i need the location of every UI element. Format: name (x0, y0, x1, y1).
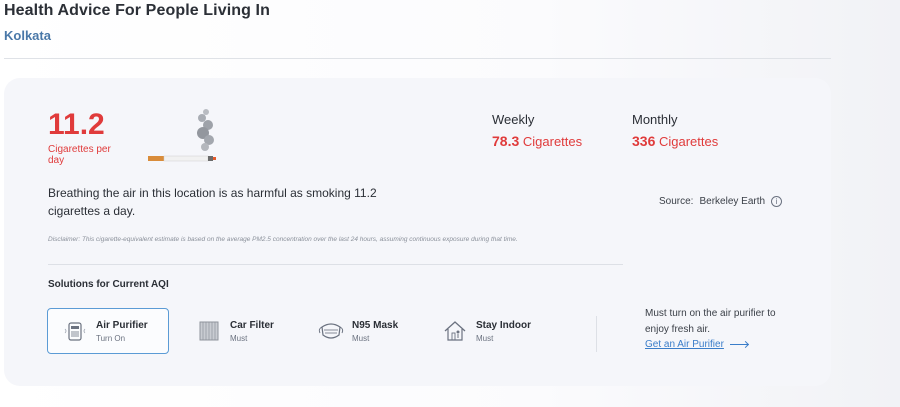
solution-status: Must (352, 333, 370, 343)
solution-name: Stay Indoor (476, 319, 532, 331)
solution-text: N95 Mask Must (352, 320, 398, 343)
monthly-stat: Monthly 336 Cigarettes (632, 112, 718, 149)
mask-icon (318, 318, 344, 344)
solution-text: Air Purifier Turn On (96, 320, 148, 343)
solution-status: Must (230, 333, 248, 343)
page-title: Health Advice For People Living In (4, 2, 270, 19)
harm-description: Breathing the air in this location is as… (48, 186, 377, 218)
solutions-title: Solutions for Current AQI (48, 279, 169, 290)
solution-air-purifier[interactable]: Air Purifier Turn On (47, 308, 169, 354)
solution-stay-indoor[interactable]: Stay Indoor Must (428, 308, 548, 354)
info-icon[interactable]: i (771, 196, 783, 207)
solutions-divider (596, 316, 597, 352)
source-label: Source: (659, 196, 694, 207)
weekly-label: Weekly (492, 112, 535, 127)
weekly-unit: Cigarettes (522, 134, 583, 149)
monthly-unit: Cigarettes (658, 134, 719, 149)
weekly-value-row: 78.3 Cigarettes (492, 133, 582, 149)
cigarette-smoke-icon (148, 109, 216, 162)
solution-name: N95 Mask (352, 319, 399, 331)
health-advice-card: 11.2 Cigarettes per day Weekly 78.3 Ciga… (4, 78, 831, 386)
link-label: Get an Air Purifier (645, 339, 724, 350)
source-name: Berkeley Earth (699, 196, 766, 207)
monthly-label: Monthly (632, 112, 678, 127)
solution-name: Car Filter (230, 319, 274, 331)
monthly-value: 336 (632, 133, 656, 149)
solution-name: Air Purifier (96, 319, 148, 331)
weekly-value: 78.3 (492, 133, 520, 149)
purifier-note: Must turn on the air purifier to enjoy f… (645, 308, 776, 335)
disclaimer-text: Disclaimer: This cigarette-equivalent es… (48, 236, 518, 243)
header: Health Advice For People Living In Kolka… (4, 2, 270, 43)
get-air-purifier-link[interactable]: Get an Air Purifier (645, 339, 748, 350)
solution-car-filter[interactable]: Car Filter Must (182, 308, 292, 354)
city-name[interactable]: Kolkata (4, 28, 270, 43)
arrow-right-icon (729, 344, 748, 345)
house-icon (442, 318, 468, 344)
daily-cigarette-value: 11.2 (48, 108, 105, 141)
air-purifier-icon (62, 318, 88, 344)
car-filter-icon (196, 318, 222, 344)
solution-text: Stay Indoor Must (476, 320, 531, 343)
solution-status: Must (476, 333, 494, 343)
solution-n95-mask[interactable]: N95 Mask Must (304, 308, 414, 354)
weekly-stat: Weekly 78.3 Cigarettes (492, 112, 582, 149)
solution-text: Car Filter Must (230, 320, 274, 343)
solution-status: Turn On (96, 333, 126, 343)
daily-cigarette-unit: Cigarettes per day (48, 144, 111, 166)
monthly-value-row: 336 Cigarettes (632, 133, 718, 149)
section-divider (48, 264, 623, 265)
header-divider (4, 58, 831, 59)
source-attribution: Source: Berkeley Earth i (659, 196, 783, 207)
